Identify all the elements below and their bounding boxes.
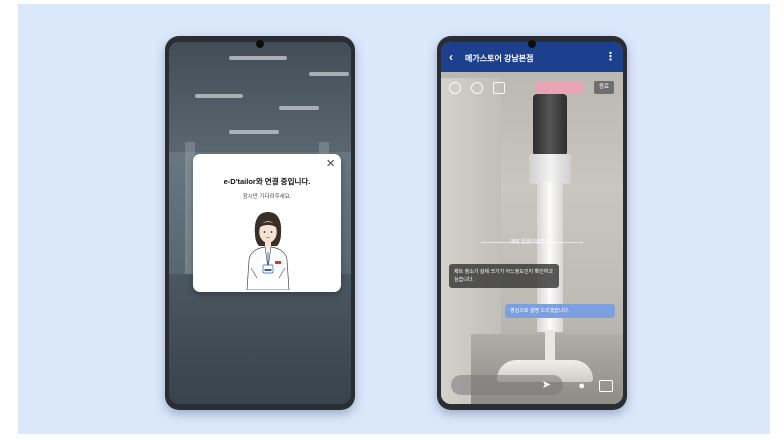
connecting-dialog: × e-D'tailor와 연결 중입니다. 잠시만 기다려주세요. (193, 154, 341, 292)
close-icon[interactable]: × (326, 156, 335, 171)
more-icon[interactable]: ⋮ (605, 50, 616, 63)
background-panel (18, 4, 770, 434)
vacuum-bin (529, 154, 571, 184)
flip-icon[interactable] (471, 82, 483, 94)
dialog-title: e-D'tailor와 연결 중입니다. (223, 177, 311, 186)
right-phone-screen: ‹ 메가스토어 강남본점 ⋮ 종료 매장 연결되었습니다 제트 청소기 실제 크… (441, 42, 623, 404)
end-button[interactable]: 종료 (594, 81, 614, 94)
rotate-icon[interactable] (449, 82, 461, 94)
chat-icon[interactable] (599, 380, 613, 392)
front-camera (528, 40, 536, 48)
left-phone: × e-D'tailor와 연결 중입니다. 잠시만 기다려주세요. (165, 36, 355, 410)
vacuum-handle (533, 94, 567, 156)
back-icon[interactable]: ‹ (449, 50, 453, 64)
left-phone-screen: × e-D'tailor와 연결 중입니다. 잠시만 기다려주세요. (169, 42, 351, 404)
store-title: 메가스토어 강남본점 (465, 54, 534, 63)
incoming-message: 제트 청소기 실제 크기가 어느정도인지 확인하고 싶습니다. (449, 264, 559, 288)
right-phone: ‹ 메가스토어 강남본점 ⋮ 종료 매장 연결되었습니다 제트 청소기 실제 크… (437, 36, 627, 410)
dialog-subtitle: 잠시만 기다려주세요. (242, 194, 292, 200)
showroom-video (441, 42, 623, 404)
send-icon[interactable]: ➤ (542, 378, 551, 391)
message-input[interactable]: ➤ (451, 375, 563, 395)
front-camera (256, 40, 264, 48)
camera-icon[interactable] (493, 82, 505, 94)
divider-label: 매장 연결되었습니다 (510, 239, 554, 245)
recording-badge (535, 81, 583, 94)
agent-illustration (246, 212, 290, 290)
mic-icon[interactable]: ● (578, 380, 585, 392)
outgoing-message: 영상으로 설명 드리겠습니다. (505, 304, 615, 318)
vacuum-stand-pole (545, 330, 555, 364)
